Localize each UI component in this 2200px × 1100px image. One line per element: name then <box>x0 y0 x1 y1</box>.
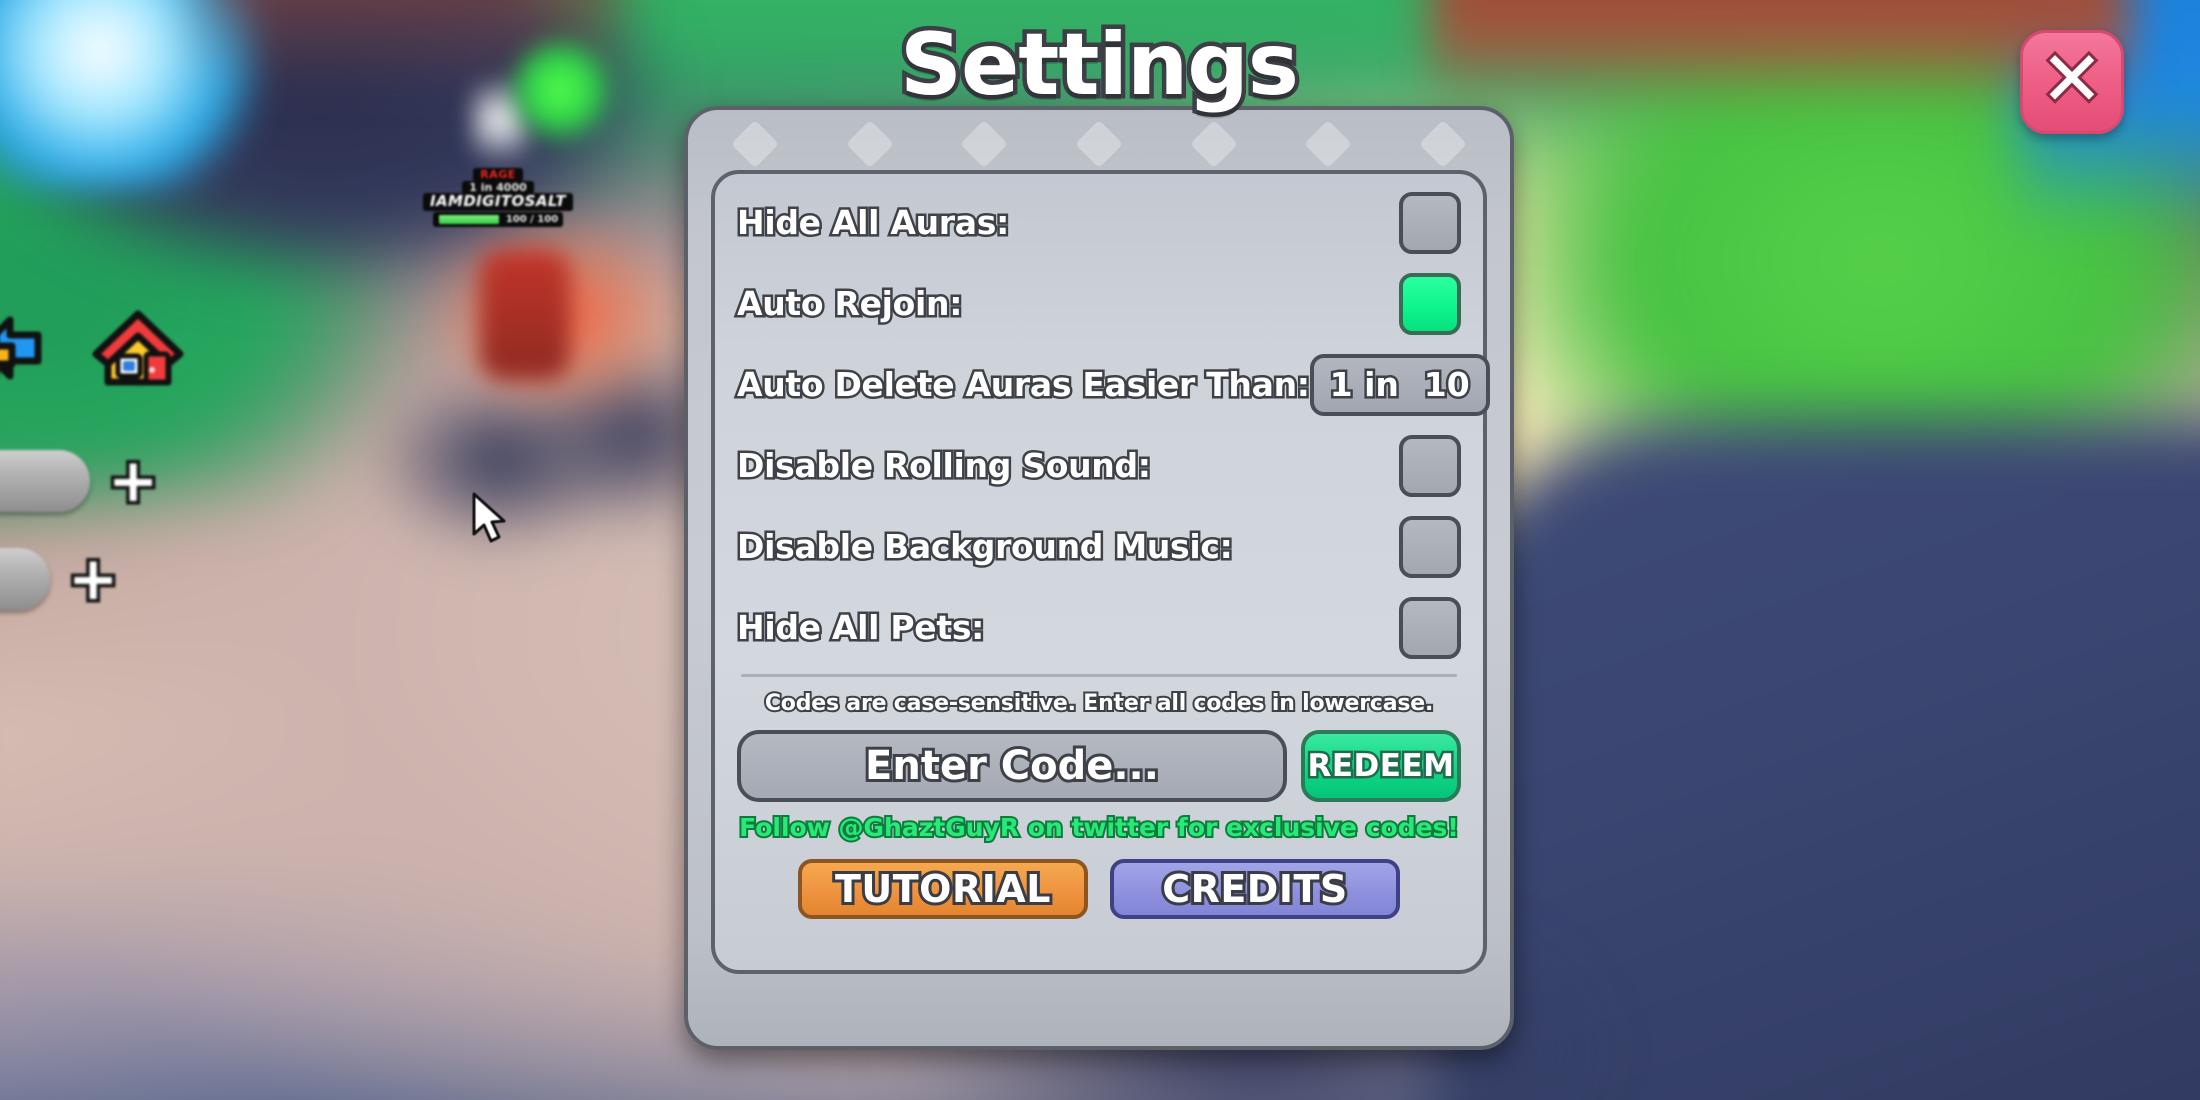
option-row-hide-all-pets[interactable]: Hide All Pets: <box>735 587 1461 668</box>
toggle-disable-rolling-sound[interactable] <box>1399 434 1461 497</box>
toggle-disable-background-music[interactable] <box>1399 515 1461 578</box>
stepper-value: 10 <box>1421 365 1472 404</box>
diamond-ornament <box>960 119 1009 169</box>
code-input-placeholder: Enter Code... <box>862 743 1162 789</box>
code-input[interactable]: Enter Code... <box>737 730 1287 802</box>
page-title: Settings <box>896 15 1304 115</box>
diamond-ornament <box>1418 119 1467 169</box>
option-label: Disable Rolling Sound: <box>735 444 1154 488</box>
modal-footer-buttons: TUTORIAL CREDITS <box>737 859 1461 919</box>
diamond-ornament <box>1304 119 1353 169</box>
option-label: Hide All Auras: <box>735 201 1012 245</box>
code-redeem-row: Enter Code... REDEEM <box>737 730 1461 802</box>
hud-currency-row-2[interactable]: + <box>0 546 122 613</box>
add-button[interactable]: + <box>104 448 161 515</box>
credits-button[interactable]: CREDITS <box>1110 859 1400 919</box>
stepper-prefix: 1 in <box>1327 365 1401 404</box>
distant-player-green <box>505 35 615 145</box>
codes-hint-text: Codes are case-sensitive. Enter all code… <box>763 689 1436 718</box>
settings-modal: Settings ✕ Hide All Auras: Auto Rejoin: … <box>684 18 2124 1050</box>
diamond-ornament <box>1074 119 1124 169</box>
decorative-diamond-band <box>698 116 1500 172</box>
close-button[interactable]: ✕ <box>2020 30 2124 134</box>
house-icon[interactable] <box>92 302 184 394</box>
tutorial-button[interactable]: TUTORIAL <box>798 859 1088 919</box>
credits-button-label: CREDITS <box>1159 867 1350 911</box>
option-label: Auto Delete Auras Easier Than: <box>735 363 1313 407</box>
diamond-ornament <box>845 119 894 169</box>
tutorial-button-label: TUTORIAL <box>832 867 1054 911</box>
toggle-auto-rejoin[interactable] <box>1399 272 1461 335</box>
diamond-ornament <box>731 119 780 169</box>
toggle-hide-all-pets[interactable] <box>1399 596 1461 659</box>
currency-pill[interactable] <box>0 450 90 512</box>
diamond-ornament <box>1189 119 1238 169</box>
option-label: Disable Background Music: <box>735 525 1236 569</box>
arrow-icon[interactable] <box>0 302 68 394</box>
hud-currency-row-1[interactable]: + <box>0 448 162 515</box>
option-label: Hide All Pets: <box>735 606 987 650</box>
option-row-auto-delete-auras[interactable]: Auto Delete Auras Easier Than: 1 in 10 <box>735 344 1490 425</box>
auto-delete-threshold-stepper[interactable]: 1 in 10 <box>1309 353 1490 416</box>
close-icon: ✕ <box>2037 34 2107 123</box>
section-divider <box>741 674 1457 677</box>
hud-icon-row <box>0 302 184 394</box>
mouse-cursor <box>470 492 510 552</box>
redeem-button-label: REDEEM <box>1305 747 1456 784</box>
option-row-hide-all-auras[interactable]: Hide All Auras: <box>735 182 1461 263</box>
modal-body: Hide All Auras: Auto Rejoin: Auto Delete… <box>711 170 1490 974</box>
toggle-hide-all-auras[interactable] <box>1399 191 1461 254</box>
redeem-button[interactable]: REDEEM <box>1301 730 1461 802</box>
player-avatar <box>480 250 570 380</box>
option-row-disable-rolling-sound[interactable]: Disable Rolling Sound: <box>735 425 1461 506</box>
add-button[interactable]: + <box>64 546 121 613</box>
option-row-auto-rejoin[interactable]: Auto Rejoin: <box>735 263 1461 344</box>
currency-pill[interactable] <box>0 548 50 610</box>
option-label: Auto Rejoin: <box>735 282 965 326</box>
option-row-disable-background-music[interactable]: Disable Background Music: <box>735 506 1461 587</box>
twitter-follow-note[interactable]: Follow @GhaztGuyR on twitter for exclusi… <box>737 812 1461 843</box>
